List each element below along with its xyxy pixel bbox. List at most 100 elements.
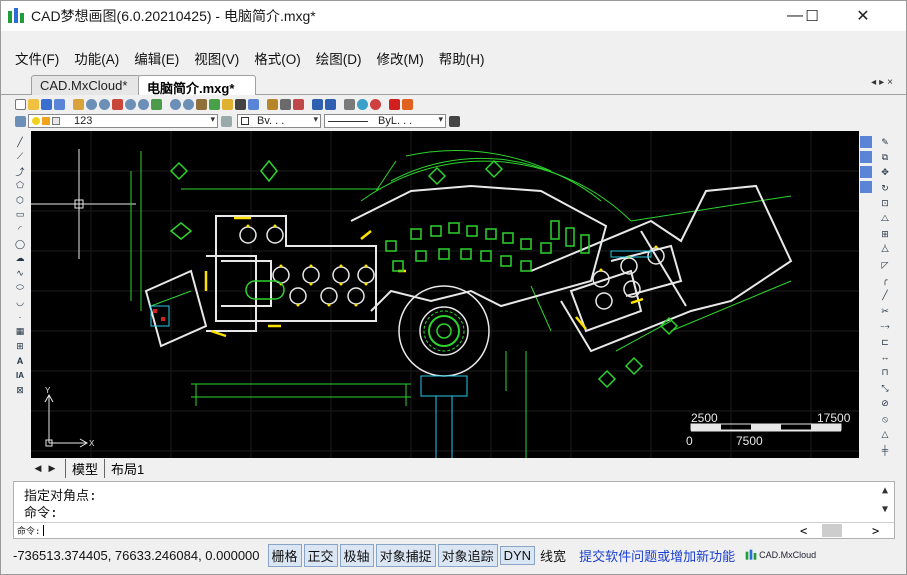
maximize-button[interactable]: ☐ [790,1,834,31]
scroll-left-icon[interactable]: < [800,524,807,538]
insert-image-icon[interactable] [293,98,304,110]
save-as-icon[interactable] [54,98,65,110]
array-icon[interactable]: ⊞ [879,228,891,240]
stretch-icon[interactable]: ◸ [879,259,891,271]
zoom-scale-icon[interactable] [183,98,194,110]
extend-icon[interactable]: ⤍ [879,321,891,333]
circle-tool-icon[interactable]: ◯ [14,238,26,250]
point-tool-icon[interactable]: · [14,311,26,323]
fillet-icon[interactable]: ╭ [879,275,891,287]
command-input-row[interactable]: 命令: < > [14,522,894,538]
polygon-tool-icon[interactable]: ⬠ [14,180,26,192]
render-icon[interactable] [357,98,368,110]
tab-cad-mxcloud[interactable]: CAD.MxCloud* [31,75,141,95]
explode-icon[interactable]: ⊓ [879,367,891,379]
layer-manager-icon[interactable] [344,98,355,110]
measure-icon[interactable] [235,98,246,110]
layer-select[interactable]: 123 ▾ [28,114,218,128]
menu-modify[interactable]: 修改(M) [377,48,424,68]
polygon-outline-icon[interactable]: ⬡ [14,194,26,206]
zoom-in-icon[interactable] [125,98,136,110]
pan-icon[interactable] [73,98,84,110]
tab-computer-intro[interactable]: 电脑简介.mxg* [138,75,256,96]
dyn-toggle[interactable]: DYN [499,545,536,565]
chamfer-icon[interactable]: ╱ [879,290,891,302]
layer-properties-icon[interactable] [15,115,26,127]
command-horizontal-scrollbar[interactable]: < > [800,524,890,538]
zoom-extents-icon[interactable] [151,98,162,110]
feedback-link[interactable]: 提交软件问题或增加新功能 [579,546,735,565]
copy-icon[interactable] [209,98,220,110]
area-icon[interactable] [860,150,872,163]
mtext-tool-icon[interactable]: IA [14,370,26,382]
polar-toggle[interactable]: 极轴 [339,543,374,567]
lengthen-icon[interactable]: ⤡ [879,382,891,394]
rectangle-tool-icon[interactable]: ▭ [14,209,26,221]
menu-draw[interactable]: 绘图(D) [316,48,362,68]
line-tool-icon[interactable]: ╱ [14,136,26,148]
print-icon[interactable] [402,98,413,110]
zoom-previous-icon[interactable] [112,98,123,110]
save-icon[interactable] [41,98,52,110]
hatch-tool-icon[interactable]: ▦ [14,326,26,338]
tab-next-icon[interactable]: ▶ [45,460,59,476]
rotate-icon[interactable]: ↻ [879,182,891,194]
tab-scroll-controls[interactable]: ◂▸× [871,77,896,88]
tab-prev-icon[interactable]: ◀ [31,460,45,476]
menu-format[interactable]: 格式(O) [254,48,301,68]
revision-cloud-icon[interactable]: ☁ [14,253,26,265]
undo-icon[interactable] [312,98,323,110]
scroll-right-icon[interactable]: > [872,524,879,538]
block-icon[interactable] [280,98,291,110]
object-snap-toggle[interactable]: 对象捕捉 [375,543,436,567]
new-file-icon[interactable] [15,98,26,110]
copy-object-icon[interactable]: ⧉ [879,151,891,163]
no-symbol-icon[interactable]: ⦸ [879,413,891,425]
ellipse-arc-icon[interactable]: ◡ [14,297,26,309]
pdf-export-icon[interactable] [389,98,400,110]
help-icon[interactable] [370,98,381,110]
offset-icon[interactable]: ⧊ [879,244,891,256]
drawing-canvas[interactable]: 2500 17500 0 7500 Y X [31,131,859,458]
zoom-all-icon[interactable] [170,98,181,110]
trim-icon[interactable]: ✂ [879,305,891,317]
move-icon[interactable] [196,98,207,110]
properties-icon[interactable] [267,98,278,110]
zoom-realtime-icon[interactable] [86,98,97,110]
color-select[interactable]: Bv. . . ▾ [237,114,321,128]
spline-tool-icon[interactable]: ∿ [14,267,26,279]
ellipse-tool-icon[interactable]: ⬭ [14,282,26,294]
scale-icon[interactable]: ⊡ [879,198,891,210]
divide-icon[interactable]: ╪ [879,444,891,456]
ortho-toggle[interactable]: 正交 [303,543,338,567]
insert-block-icon[interactable]: ⊞ [14,340,26,352]
mirror-icon[interactable]: ⧍ [879,213,891,225]
close-button[interactable]: ✕ [841,1,885,31]
polyline-tool-icon[interactable]: ⤴ [14,165,26,177]
linetype-select[interactable]: ByL. . . ▾ [324,114,446,128]
menu-edit[interactable]: 编辑(E) [134,48,179,68]
make-current-icon[interactable] [221,115,232,127]
menu-view[interactable]: 视图(V) [194,48,239,68]
zoom-window-icon[interactable] [99,98,110,110]
list-icon[interactable] [860,165,872,178]
dimension-icon[interactable]: △ [879,428,891,440]
grid-toggle[interactable]: 栅格 [267,543,302,567]
menu-file[interactable]: 文件(F) [15,48,59,68]
tab-layout1[interactable]: 布局1 [104,458,150,478]
menu-help[interactable]: 帮助(H) [439,48,485,68]
open-file-icon[interactable] [28,98,39,110]
lineweight-icon[interactable] [449,115,460,127]
scroll-up-icon[interactable]: ▲ [882,485,888,496]
object-track-toggle[interactable]: 对象追踪 [437,543,498,567]
text-tool-icon[interactable]: A [14,355,26,367]
lineweight-toggle[interactable]: 线宽 [537,545,569,566]
table-tool-icon[interactable]: ⊠ [14,384,26,396]
move-object-icon[interactable]: ✥ [879,167,891,179]
redo-icon[interactable] [325,98,336,110]
arc-tool-icon[interactable]: ◜ [14,224,26,236]
polyline-edit-icon[interactable]: ⊘ [879,398,891,410]
tab-model[interactable]: 模型 [65,458,104,478]
menu-function[interactable]: 功能(A) [74,48,119,68]
zoom-out-icon[interactable] [138,98,149,110]
